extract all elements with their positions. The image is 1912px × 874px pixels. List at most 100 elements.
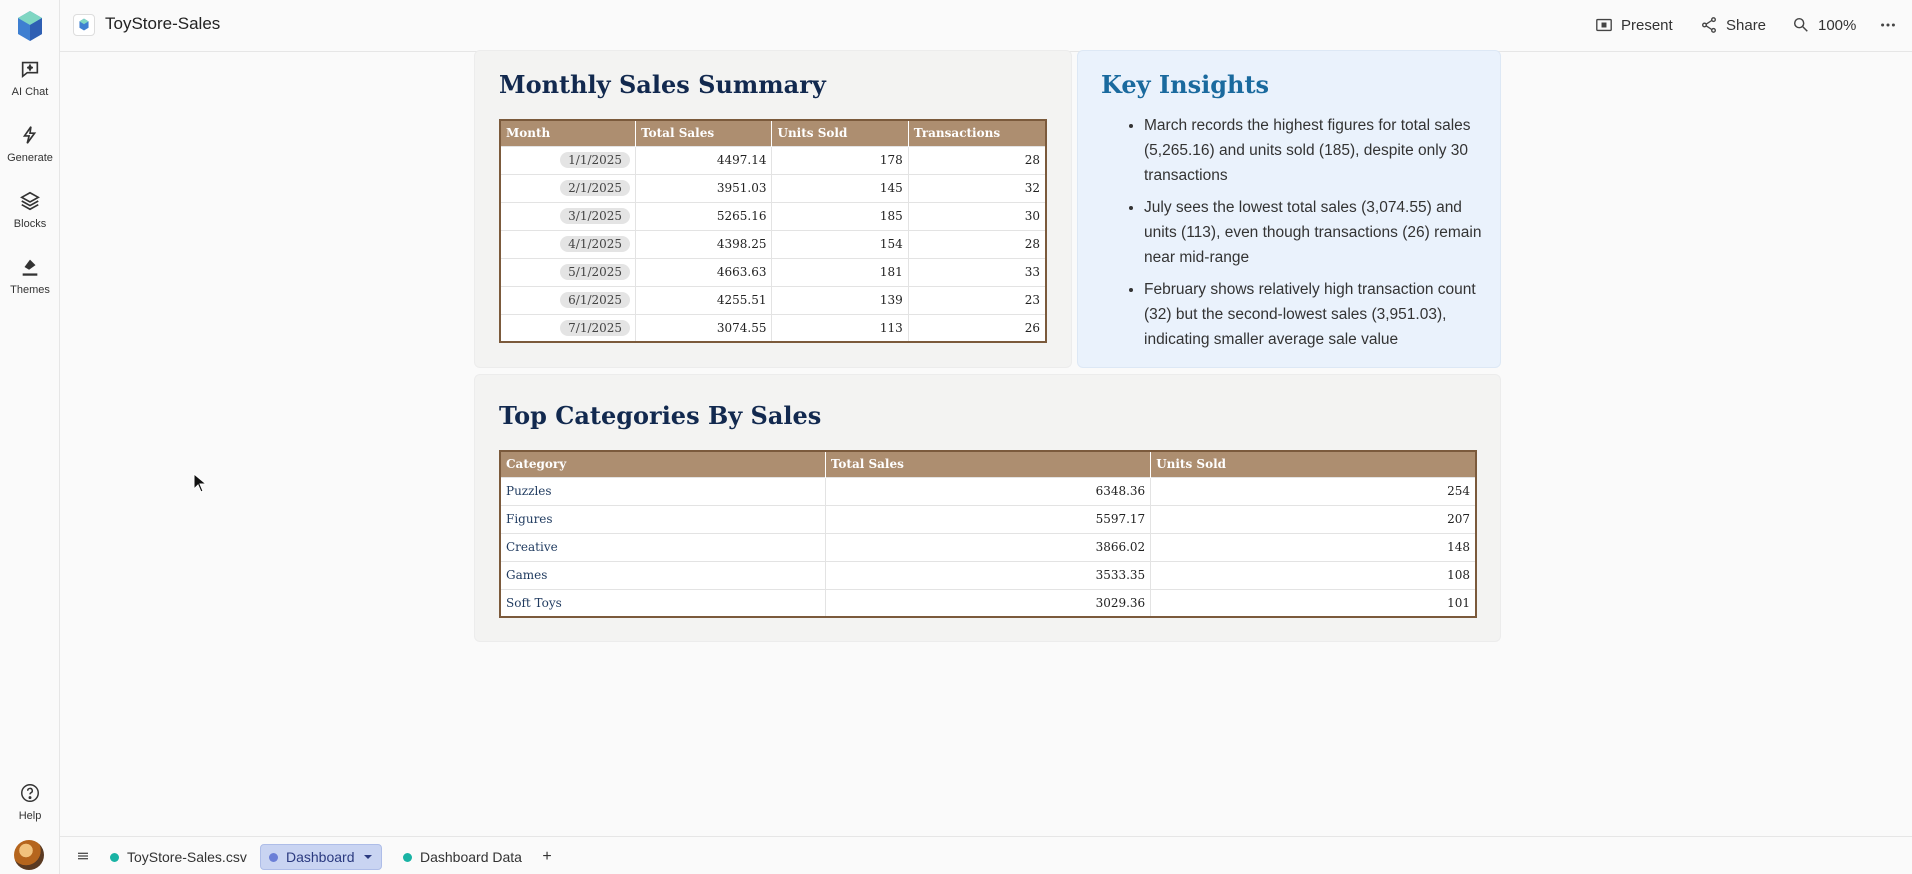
table-cell: 4663.63 xyxy=(635,257,773,286)
insight-item: July sees the lowest total sales (3,074.… xyxy=(1144,195,1482,270)
tab-label: Dashboard xyxy=(286,849,355,865)
rail-item-label: Blocks xyxy=(13,218,47,230)
table-cell: 3074.55 xyxy=(635,313,773,342)
tab-toystore-sales-csv[interactable]: ToyStore-Sales.csv xyxy=(102,844,255,870)
table-cell: 3533.35 xyxy=(825,560,1152,589)
table-cell: 6348.36 xyxy=(825,476,1152,505)
table-cell: 4497.14 xyxy=(635,145,773,174)
table-cell: 5265.16 xyxy=(635,201,773,230)
zoom-icon xyxy=(1793,17,1808,32)
sheet-menu-button[interactable] xyxy=(70,843,96,869)
table-cell: 3866.02 xyxy=(825,532,1152,561)
menu-icon xyxy=(78,852,88,860)
add-tab-button[interactable]: + xyxy=(534,844,560,870)
data-dot-icon xyxy=(403,852,412,862)
table-cell: 254 xyxy=(1150,476,1477,505)
category-cell: Games xyxy=(500,560,826,589)
table-row: Puzzles 6348.36 254 xyxy=(500,476,1477,505)
column-header[interactable]: Transactions xyxy=(908,120,1047,146)
insight-item: March records the highest figures for to… xyxy=(1144,113,1482,188)
table-cell: 108 xyxy=(1150,560,1477,589)
app-logo-icon[interactable] xyxy=(16,10,44,42)
more-icon xyxy=(1881,23,1895,27)
rail-item-label: Themes xyxy=(10,284,50,296)
column-header[interactable]: Category xyxy=(500,451,826,477)
table-row: Creative 3866.02 148 xyxy=(500,532,1477,561)
table-cell: 207 xyxy=(1150,504,1477,533)
table-cell: 3029.36 xyxy=(825,588,1152,617)
insights-list: March records the highest figures for to… xyxy=(1122,113,1482,359)
category-cell: Creative xyxy=(500,532,826,561)
table-cell: 32 xyxy=(908,173,1047,202)
column-header[interactable]: Month xyxy=(500,120,637,146)
chat-icon xyxy=(21,61,39,79)
dashboard-dot-icon xyxy=(269,852,278,862)
table-row: 5/1/2025 4663.63 181 33 xyxy=(500,257,1047,286)
rail-item-ai-chat[interactable]: AI Chat xyxy=(0,58,60,114)
rail-item-label: AI Chat xyxy=(11,86,49,98)
table-row: 3/1/2025 5265.16 185 30 xyxy=(500,201,1047,230)
table-cell: 181 xyxy=(771,257,909,286)
date-cell: 6/1/2025 xyxy=(560,292,631,308)
table-cell: 23 xyxy=(908,285,1047,314)
monthly-sales-table: Month Total Sales Units Sold Transaction… xyxy=(499,119,1047,343)
table-cell: 4255.51 xyxy=(635,285,773,314)
table-cell: 30 xyxy=(908,201,1047,230)
zoom-control[interactable]: 100% xyxy=(1792,14,1856,36)
table-cell: 148 xyxy=(1150,532,1477,561)
top-bar: ToyStore-Sales Present Share 100% xyxy=(60,0,1912,52)
table-cell: 26 xyxy=(908,313,1047,342)
table-cell: 113 xyxy=(771,313,909,342)
table-cell: 178 xyxy=(771,145,909,174)
table-row: 2/1/2025 3951.03 145 32 xyxy=(500,173,1047,202)
table-row: Figures 5597.17 207 xyxy=(500,504,1477,533)
column-header[interactable]: Units Sold xyxy=(1150,451,1477,477)
category-cell: Figures xyxy=(500,504,826,533)
present-icon xyxy=(1596,18,1612,32)
chevron-down-icon[interactable] xyxy=(363,852,373,862)
column-header[interactable]: Total Sales xyxy=(635,120,773,146)
sparkle-icon xyxy=(22,126,37,144)
table-cell: 185 xyxy=(771,201,909,230)
avatar[interactable] xyxy=(14,840,44,870)
column-header[interactable]: Units Sold xyxy=(771,120,909,146)
more-menu-button[interactable] xyxy=(1879,14,1897,36)
share-button[interactable]: Share xyxy=(1700,14,1766,36)
column-header[interactable]: Total Sales xyxy=(825,451,1152,477)
category-cell: Puzzles xyxy=(500,476,826,505)
table-cell: 28 xyxy=(908,145,1047,174)
table-cell: 5597.17 xyxy=(825,504,1152,533)
date-cell: 3/1/2025 xyxy=(560,208,631,224)
file-icon xyxy=(73,14,95,36)
table-row: Games 3533.35 108 xyxy=(500,560,1477,589)
rail-item-blocks[interactable]: Blocks xyxy=(0,190,60,246)
key-insights-title: Key Insights xyxy=(1101,70,1270,99)
present-button[interactable]: Present xyxy=(1595,14,1673,36)
tab-label: ToyStore-Sales.csv xyxy=(127,849,247,865)
tab-dashboard[interactable]: Dashboard xyxy=(260,844,382,870)
share-icon xyxy=(1702,17,1716,33)
file-title[interactable]: ToyStore-Sales xyxy=(105,14,220,34)
date-cell: 2/1/2025 xyxy=(560,180,631,196)
tab-dashboard-data[interactable]: Dashboard Data xyxy=(395,844,530,870)
table-cell: 154 xyxy=(771,229,909,258)
table-cell: 139 xyxy=(771,285,909,314)
table-cell: 28 xyxy=(908,229,1047,258)
insight-item: February shows relatively high transacti… xyxy=(1144,277,1482,352)
table-row: 6/1/2025 4255.51 139 23 xyxy=(500,285,1047,314)
table-row: 1/1/2025 4497.14 178 28 xyxy=(500,145,1047,174)
zoom-label: 100% xyxy=(1818,16,1857,34)
table-row: Soft Toys 3029.36 101 xyxy=(500,588,1477,617)
mouse-cursor-icon xyxy=(193,473,207,493)
date-cell: 5/1/2025 xyxy=(560,264,631,280)
top-categories-table: Category Total Sales Units Sold Puzzles … xyxy=(499,450,1477,618)
top-categories-title: Top Categories By Sales xyxy=(499,401,822,430)
table-row: 4/1/2025 4398.25 154 28 xyxy=(500,229,1047,258)
rail-item-themes[interactable]: Themes xyxy=(0,256,60,312)
table-cell: 33 xyxy=(908,257,1047,286)
paint-icon xyxy=(22,259,38,276)
rail-item-help[interactable]: Help xyxy=(0,782,60,838)
rail-item-generate[interactable]: Generate xyxy=(0,124,60,180)
tab-label: Dashboard Data xyxy=(420,849,522,865)
table-cell: 145 xyxy=(771,173,909,202)
